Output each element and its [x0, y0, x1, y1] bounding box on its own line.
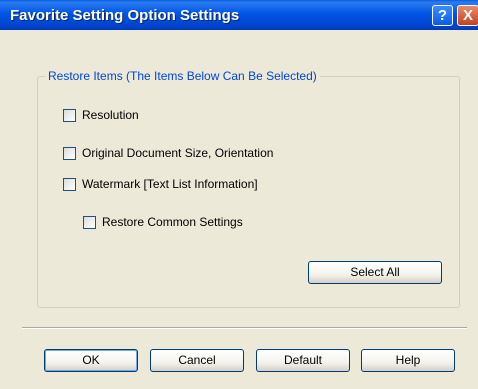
original-size-orientation-option[interactable]: Original Document Size, Orientation: [63, 145, 273, 161]
restore-items-legend: Restore Items (The Items Below Can Be Se…: [45, 69, 320, 83]
restore-common-settings-label: Restore Common Settings: [102, 215, 243, 229]
title-bar[interactable]: Favorite Setting Option Settings ? X: [0, 0, 478, 30]
resolution-label: Resolution: [82, 108, 139, 122]
close-icon[interactable]: X: [457, 5, 478, 26]
help-button[interactable]: Help: [361, 349, 455, 372]
resolution-checkbox[interactable]: [63, 108, 76, 122]
restore-common-settings-checkbox[interactable]: [83, 215, 96, 229]
original-size-orientation-label: Original Document Size, Orientation: [82, 146, 274, 160]
watermark-label: Watermark [Text List Information]: [82, 177, 258, 191]
restore-common-settings-option[interactable]: Restore Common Settings: [83, 214, 243, 230]
separator: [22, 327, 467, 329]
watermark-checkbox[interactable]: [63, 177, 76, 191]
help-icon[interactable]: ?: [432, 5, 453, 26]
cancel-button[interactable]: Cancel: [150, 349, 244, 372]
select-all-button[interactable]: Select All: [308, 261, 442, 284]
dialog-window: Favorite Setting Option Settings ? X Res…: [0, 0, 478, 389]
original-size-orientation-checkbox[interactable]: [63, 146, 76, 160]
resolution-option[interactable]: Resolution: [63, 107, 139, 123]
window-title: Favorite Setting Option Settings: [10, 7, 240, 24]
default-button[interactable]: Default: [256, 349, 350, 372]
ok-button[interactable]: OK: [44, 349, 138, 372]
watermark-option[interactable]: Watermark [Text List Information]: [63, 176, 258, 192]
